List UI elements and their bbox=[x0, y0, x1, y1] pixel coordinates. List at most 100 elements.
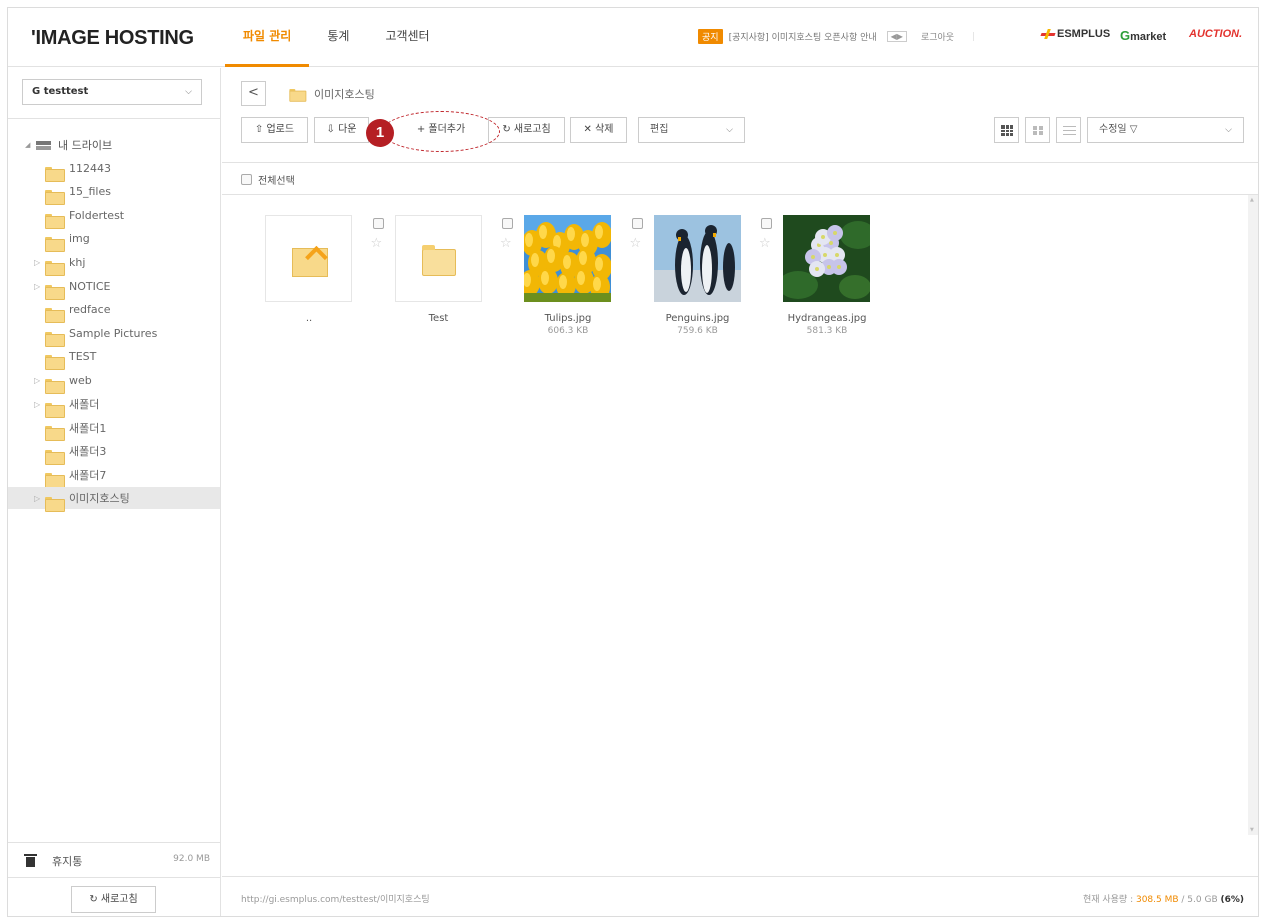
parent-folder-tile[interactable] bbox=[265, 215, 352, 302]
tree-item-label: 새폴더7 bbox=[69, 468, 107, 482]
download-button[interactable]: ⇩ 다운 bbox=[314, 117, 369, 143]
tree-item[interactable]: ▷ khj bbox=[8, 251, 220, 276]
tree-item[interactable]: Sample Pictures bbox=[8, 322, 220, 347]
logout-link[interactable]: 로그아웃 bbox=[921, 30, 954, 43]
tree-item-label: 15_files bbox=[69, 185, 111, 199]
folder-icon bbox=[45, 166, 65, 182]
item-checkbox[interactable] bbox=[631, 218, 643, 229]
folder-icon bbox=[45, 308, 65, 324]
collapse-arrow-icon[interactable]: ◢ bbox=[25, 141, 36, 149]
expand-arrow-icon[interactable]: ▷ bbox=[34, 400, 40, 409]
item-checkbox[interactable] bbox=[761, 218, 772, 229]
select-all-checkbox[interactable] bbox=[241, 174, 252, 185]
view-small-grid-button[interactable] bbox=[1025, 117, 1050, 143]
auction-logo[interactable]: AUCTION. bbox=[1189, 28, 1242, 40]
folder-icon bbox=[45, 449, 65, 465]
image-thumbnail[interactable] bbox=[524, 215, 611, 302]
star-icon[interactable]: ☆ bbox=[759, 236, 771, 251]
folder-url[interactable]: http://gi.esmplus.com/testtest/이미지호스팅 bbox=[241, 892, 430, 905]
expand-arrow-icon[interactable]: ▷ bbox=[34, 258, 40, 267]
tree-item[interactable]: Foldertest bbox=[8, 204, 220, 229]
sidebar-divider bbox=[8, 118, 220, 119]
star-icon[interactable]: ☆ bbox=[630, 236, 642, 251]
sort-select[interactable]: 수정일 ▽ ⌵ bbox=[1087, 117, 1244, 143]
file-tile[interactable] bbox=[394, 215, 482, 302]
tree-item[interactable]: ▷ 새폴더 bbox=[8, 393, 220, 418]
drive-icon bbox=[36, 140, 51, 151]
tree-item[interactable]: 112443 bbox=[8, 157, 220, 182]
folder-icon bbox=[45, 496, 65, 512]
trash-row[interactable]: 휴지통 92.0 MB bbox=[8, 842, 220, 876]
folder-icon bbox=[45, 237, 65, 253]
image-thumbnail[interactable] bbox=[653, 215, 741, 302]
folder-up-icon bbox=[292, 245, 328, 277]
footer-divider bbox=[222, 876, 1258, 877]
file-tile[interactable] bbox=[783, 215, 870, 302]
sidebar-refresh-button[interactable]: ↻ 새로고침 bbox=[71, 886, 156, 913]
storage-usage: 현재 사용량 : 308.5 MB / 5.0 GB (6%) bbox=[1083, 892, 1244, 905]
edit-select[interactable]: 편집 ⌵ bbox=[638, 117, 745, 143]
usage-percent: (6%) bbox=[1220, 895, 1244, 905]
callout-marker: 1 bbox=[366, 119, 394, 147]
delete-button[interactable]: ✕ 삭제 bbox=[570, 117, 627, 143]
tree-item-label: web bbox=[69, 373, 92, 387]
app-window: 'IMAGE HOSTING 파일 관리 통계 고객센터 공지 [공지사항] 이… bbox=[7, 7, 1259, 917]
tree-item[interactable]: redface bbox=[8, 299, 220, 324]
notice-nav-arrows[interactable]: ◀▶ bbox=[886, 31, 907, 42]
folder-icon bbox=[421, 245, 456, 276]
list-icon bbox=[1063, 126, 1076, 135]
star-icon[interactable]: ☆ bbox=[371, 236, 383, 251]
account-select[interactable]: G testtest ⌵ bbox=[22, 79, 202, 105]
tree-item[interactable]: ▷ NOTICE bbox=[8, 275, 220, 300]
tree-item[interactable]: ▷ web bbox=[8, 369, 220, 394]
nav-file-management[interactable]: 파일 관리 bbox=[225, 8, 310, 67]
file-tile[interactable] bbox=[524, 215, 611, 302]
file-name: Penguins.jpg bbox=[665, 313, 730, 324]
trash-label: 휴지통 bbox=[52, 855, 83, 868]
file-size: 759.6 KB bbox=[677, 326, 718, 336]
upload-button[interactable]: ⇧ 업로드 bbox=[241, 117, 308, 143]
content-divider bbox=[222, 194, 1258, 195]
nav-statistics[interactable]: 통계 bbox=[309, 8, 367, 67]
notice-badge: 공지 bbox=[698, 29, 723, 44]
tree-item-label: TEST bbox=[69, 350, 97, 364]
tree-root-my-drive[interactable]: ◢ 내 드라이브 bbox=[8, 134, 112, 156]
file-tile[interactable] bbox=[265, 215, 352, 302]
breadcrumb: 이미지호스팅 bbox=[288, 86, 375, 102]
esmplus-logo[interactable]: ESMPLUS bbox=[1041, 28, 1110, 40]
expand-arrow-icon[interactable]: ▷ bbox=[34, 376, 40, 385]
tree-item[interactable]: img bbox=[8, 228, 220, 253]
view-list-button[interactable] bbox=[1056, 117, 1081, 143]
app-logo[interactable]: 'IMAGE HOSTING bbox=[31, 27, 194, 50]
item-checkbox[interactable] bbox=[372, 218, 384, 229]
tree-item[interactable]: 새폴더7 bbox=[8, 464, 220, 489]
expand-arrow-icon[interactable]: ▷ bbox=[34, 282, 40, 291]
tree-item[interactable]: 새폴더1 bbox=[8, 417, 220, 442]
tree-item-label: 새폴더 bbox=[69, 398, 100, 411]
gmarket-logo[interactable]: Gmarket bbox=[1120, 28, 1166, 43]
star-icon[interactable]: ☆ bbox=[500, 236, 512, 251]
expand-arrow-icon[interactable]: ▷ bbox=[34, 494, 40, 503]
folder-icon bbox=[45, 355, 65, 371]
chevron-down-icon: ⌵ bbox=[726, 125, 733, 135]
select-all[interactable]: 전체선택 bbox=[241, 172, 295, 187]
image-thumbnail[interactable] bbox=[783, 215, 870, 302]
notice-text[interactable]: [공지사항] 이미지호스팅 오픈사항 안내 bbox=[729, 30, 877, 43]
tree-item-label: 112443 bbox=[69, 161, 111, 175]
vertical-scrollbar[interactable] bbox=[1248, 195, 1258, 835]
folder-tile[interactable] bbox=[394, 215, 482, 302]
file-tile[interactable] bbox=[653, 215, 741, 302]
tree-item[interactable]: 새폴더3 bbox=[8, 440, 220, 465]
view-large-grid-button[interactable] bbox=[994, 117, 1019, 143]
tree-item[interactable]: TEST bbox=[8, 346, 220, 371]
large-grid-icon bbox=[1001, 125, 1013, 136]
item-checkbox[interactable] bbox=[502, 218, 513, 229]
tree-item[interactable]: ▷ 이미지호스팅 bbox=[8, 487, 220, 512]
tree-item[interactable]: 15_files bbox=[8, 181, 220, 206]
tree-item-label: img bbox=[69, 232, 90, 246]
back-button[interactable]: < bbox=[241, 81, 266, 106]
nav-customer-center[interactable]: 고객센터 bbox=[367, 8, 447, 67]
esmplus-mark-icon bbox=[1041, 29, 1055, 39]
file-name: Hydrangeas.jpg bbox=[787, 313, 867, 324]
usage-label: 현재 사용량 : bbox=[1082, 895, 1136, 905]
